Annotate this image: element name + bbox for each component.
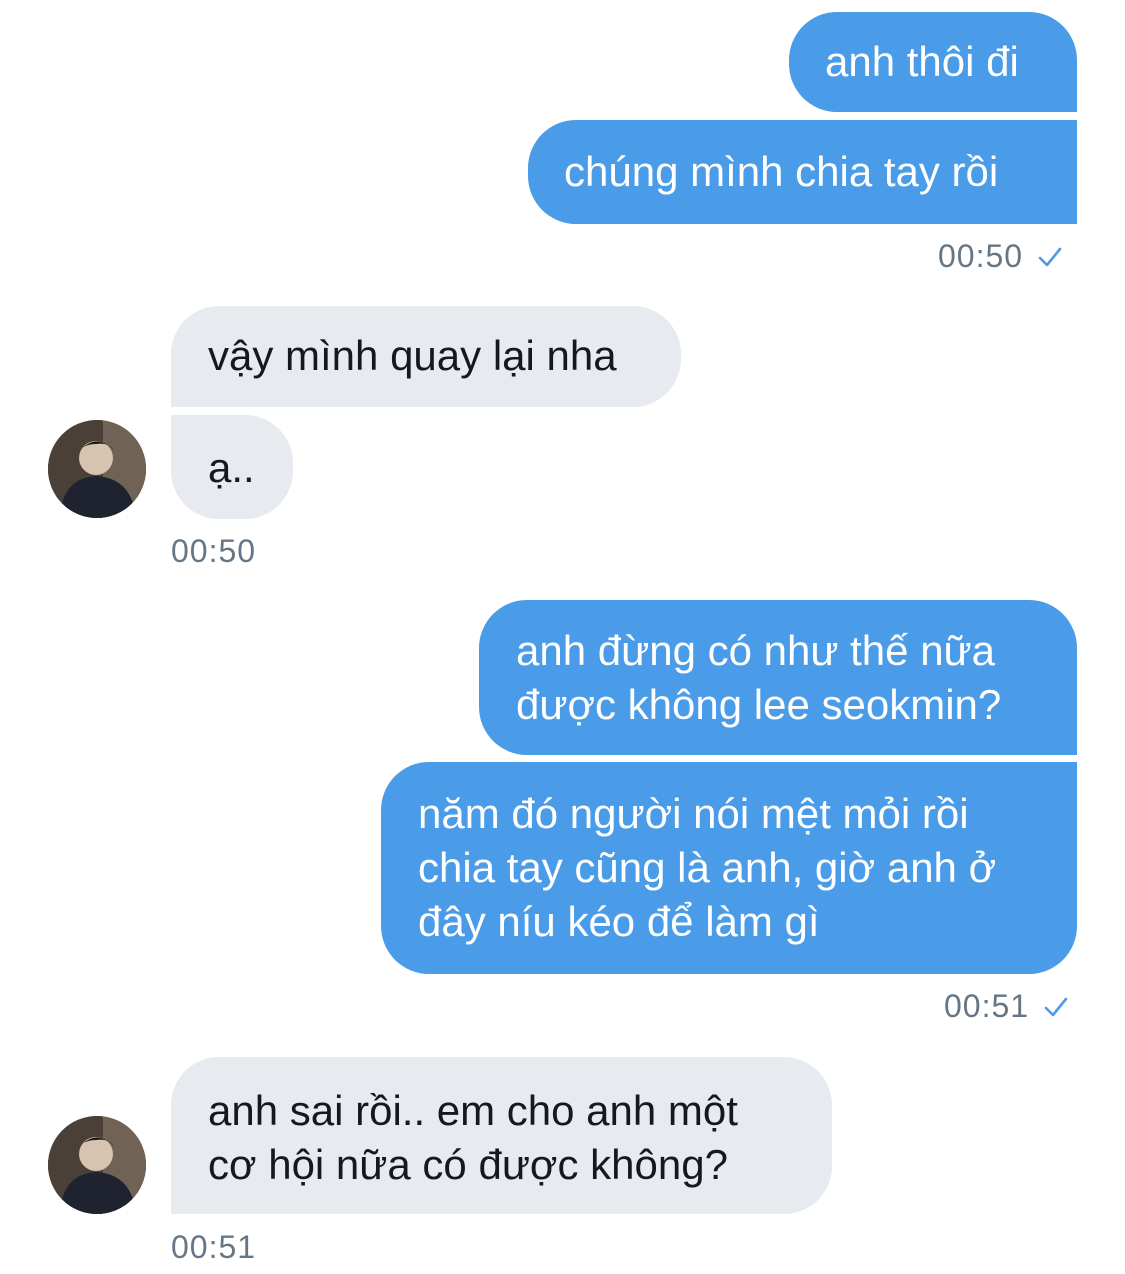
timestamp-text: 00:51	[944, 988, 1030, 1024]
avatar-image	[48, 420, 146, 518]
avatar[interactable]	[48, 1116, 146, 1214]
message-bubble-incoming[interactable]: anh sai rồi.. em cho anh một cơ hội nữa …	[171, 1057, 832, 1214]
timestamp: 00:51	[944, 988, 1069, 1025]
message-bubble-outgoing[interactable]: năm đó người nói mệt mỏi rồi chia tay cũ…	[381, 762, 1077, 974]
message-bubble-incoming[interactable]: vậy mình quay lại nha	[171, 306, 681, 407]
avatar-image	[48, 1116, 146, 1214]
message-bubble-outgoing[interactable]: chúng mình chia tay rồi	[528, 120, 1077, 224]
timestamp: 00:50	[171, 533, 256, 570]
chat-thread: anh thôi đi chúng mình chia tay rồi 00:5…	[0, 0, 1125, 1274]
timestamp-text: 00:51	[171, 1229, 257, 1265]
timestamp: 00:50	[938, 238, 1063, 275]
timestamp-text: 00:50	[171, 533, 257, 569]
timestamp: 00:51	[171, 1229, 256, 1266]
checkmark-icon	[1038, 247, 1062, 266]
checkmark-icon	[1044, 997, 1068, 1016]
avatar[interactable]	[48, 420, 146, 518]
message-bubble-outgoing[interactable]: anh đừng có như thế nữa được không lee s…	[479, 600, 1077, 755]
message-bubble-incoming[interactable]: ạ..	[171, 415, 293, 519]
message-bubble-outgoing[interactable]: anh thôi đi	[789, 12, 1077, 112]
timestamp-text: 00:50	[938, 238, 1024, 274]
